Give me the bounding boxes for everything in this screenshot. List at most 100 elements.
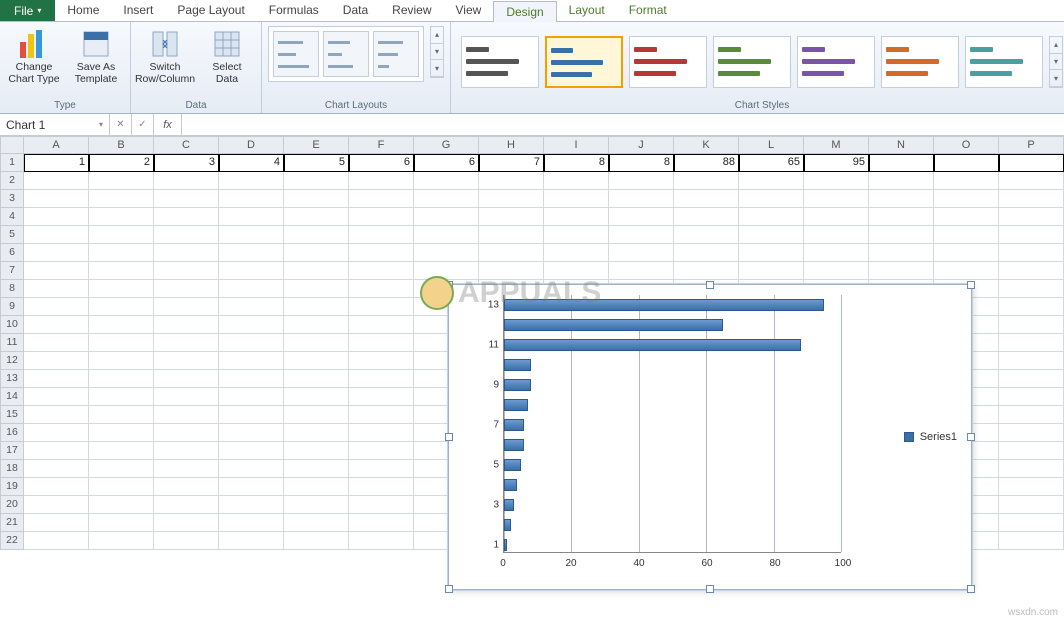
cell[interactable] bbox=[24, 190, 89, 208]
cell[interactable] bbox=[24, 352, 89, 370]
row-header[interactable]: 16 bbox=[0, 424, 24, 442]
cell[interactable] bbox=[24, 370, 89, 388]
column-header[interactable]: C bbox=[154, 136, 219, 154]
cell[interactable] bbox=[934, 190, 999, 208]
cell[interactable] bbox=[89, 424, 154, 442]
select-data-button[interactable]: Select Data bbox=[199, 26, 255, 87]
cell[interactable] bbox=[544, 226, 609, 244]
chart-style-thumb[interactable] bbox=[965, 36, 1043, 88]
cell[interactable] bbox=[349, 208, 414, 226]
row-header[interactable]: 18 bbox=[0, 460, 24, 478]
tab-design[interactable]: Design bbox=[493, 1, 556, 22]
cell[interactable] bbox=[154, 460, 219, 478]
cell[interactable] bbox=[544, 244, 609, 262]
cell[interactable] bbox=[89, 352, 154, 370]
cell[interactable] bbox=[154, 262, 219, 280]
cell[interactable] bbox=[999, 208, 1064, 226]
cell[interactable] bbox=[349, 370, 414, 388]
column-header[interactable]: A bbox=[24, 136, 89, 154]
cell[interactable] bbox=[999, 460, 1064, 478]
column-header[interactable]: H bbox=[479, 136, 544, 154]
cell[interactable] bbox=[24, 532, 89, 550]
cell[interactable] bbox=[219, 532, 284, 550]
cell[interactable] bbox=[869, 244, 934, 262]
cell[interactable] bbox=[479, 172, 544, 190]
cell[interactable] bbox=[154, 388, 219, 406]
cell[interactable] bbox=[349, 316, 414, 334]
cell[interactable] bbox=[284, 298, 349, 316]
chart-bar[interactable] bbox=[504, 379, 531, 391]
cell[interactable] bbox=[284, 262, 349, 280]
cell[interactable] bbox=[219, 280, 284, 298]
tab-home[interactable]: Home bbox=[55, 0, 111, 21]
column-header[interactable]: P bbox=[999, 136, 1064, 154]
cell[interactable] bbox=[804, 208, 869, 226]
cell[interactable] bbox=[869, 190, 934, 208]
cell[interactable] bbox=[999, 442, 1064, 460]
column-header[interactable]: O bbox=[934, 136, 999, 154]
cell[interactable] bbox=[349, 280, 414, 298]
cell[interactable] bbox=[479, 226, 544, 244]
cell[interactable] bbox=[284, 478, 349, 496]
cell[interactable] bbox=[219, 334, 284, 352]
cell[interactable] bbox=[89, 172, 154, 190]
cell[interactable] bbox=[154, 352, 219, 370]
cell[interactable] bbox=[284, 424, 349, 442]
cell[interactable]: 3 bbox=[154, 154, 219, 172]
cell[interactable] bbox=[739, 208, 804, 226]
cell[interactable] bbox=[284, 316, 349, 334]
cell[interactable] bbox=[609, 244, 674, 262]
accept-formula-button[interactable]: ✓ bbox=[132, 114, 154, 135]
cell[interactable] bbox=[414, 208, 479, 226]
change-chart-type-button[interactable]: Change Chart Type bbox=[6, 26, 62, 87]
chart-bar[interactable] bbox=[504, 479, 517, 491]
cell[interactable] bbox=[219, 406, 284, 424]
cell[interactable] bbox=[609, 190, 674, 208]
row-header[interactable]: 20 bbox=[0, 496, 24, 514]
chart-style-thumb[interactable] bbox=[881, 36, 959, 88]
cell[interactable] bbox=[739, 190, 804, 208]
cell[interactable] bbox=[154, 532, 219, 550]
cell[interactable] bbox=[479, 244, 544, 262]
row-header[interactable]: 8 bbox=[0, 280, 24, 298]
cell[interactable] bbox=[349, 226, 414, 244]
cell[interactable] bbox=[804, 244, 869, 262]
cell[interactable] bbox=[24, 208, 89, 226]
cell[interactable] bbox=[999, 514, 1064, 532]
embedded-chart[interactable]: Series1 020406080100135791113 bbox=[448, 284, 972, 590]
cell[interactable] bbox=[349, 190, 414, 208]
cell[interactable] bbox=[999, 388, 1064, 406]
cell[interactable] bbox=[89, 226, 154, 244]
cell[interactable] bbox=[739, 172, 804, 190]
cell[interactable] bbox=[349, 172, 414, 190]
cell[interactable] bbox=[89, 442, 154, 460]
cell[interactable]: 6 bbox=[349, 154, 414, 172]
row-header[interactable]: 21 bbox=[0, 514, 24, 532]
cell[interactable] bbox=[349, 298, 414, 316]
resize-handle[interactable] bbox=[706, 585, 714, 593]
cell[interactable] bbox=[739, 226, 804, 244]
file-tab[interactable]: File ▾ bbox=[0, 0, 55, 21]
cell[interactable] bbox=[414, 226, 479, 244]
cell[interactable] bbox=[154, 424, 219, 442]
row-header[interactable]: 14 bbox=[0, 388, 24, 406]
cancel-formula-button[interactable]: ✕ bbox=[110, 114, 132, 135]
chart-bar[interactable] bbox=[504, 539, 507, 551]
cell[interactable]: 6 bbox=[414, 154, 479, 172]
layout-thumb[interactable] bbox=[323, 31, 369, 77]
layouts-more-button[interactable]: ▴▾▾ bbox=[430, 26, 444, 78]
tab-view[interactable]: View bbox=[444, 0, 494, 21]
name-box[interactable]: Chart 1 ▾ bbox=[0, 114, 110, 135]
cell[interactable] bbox=[89, 244, 154, 262]
cell[interactable] bbox=[24, 226, 89, 244]
cell[interactable] bbox=[414, 244, 479, 262]
column-header[interactable]: G bbox=[414, 136, 479, 154]
row-header[interactable]: 5 bbox=[0, 226, 24, 244]
cell[interactable] bbox=[24, 478, 89, 496]
chart-bar[interactable] bbox=[504, 319, 723, 331]
cell[interactable] bbox=[934, 226, 999, 244]
cell[interactable] bbox=[934, 154, 999, 172]
cell[interactable] bbox=[934, 244, 999, 262]
styles-more-button[interactable]: ▴▾▾ bbox=[1049, 36, 1063, 88]
chart-bar[interactable] bbox=[504, 419, 524, 431]
